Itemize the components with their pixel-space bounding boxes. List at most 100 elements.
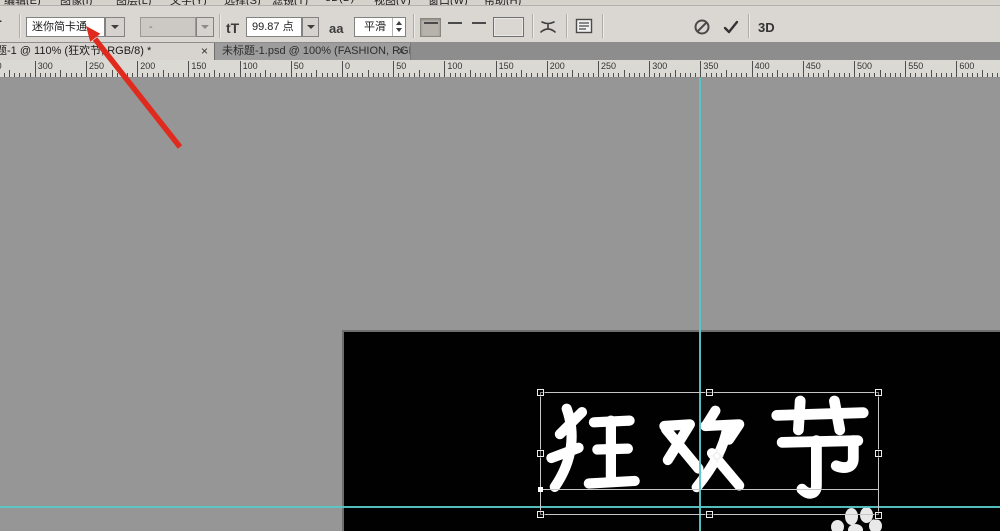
anti-alias-stepper[interactable] — [392, 18, 405, 36]
ruler-minor-tick — [941, 73, 942, 77]
3d-mode-button[interactable]: 3D — [758, 20, 775, 35]
ruler-major-tick — [752, 61, 753, 77]
divider — [748, 14, 749, 38]
ruler-minor-tick — [849, 73, 850, 77]
tab-close-button[interactable]: × — [201, 44, 208, 59]
type-tool-options-bar: T 迷你简卡通 - tT 99.87 点 aa 平滑 — [0, 5, 1000, 43]
ruler-minor-tick — [25, 73, 26, 77]
ruler-major-tick — [291, 61, 292, 77]
menu-item[interactable]: 3D(D) — [325, 0, 354, 4]
ruler-minor-tick — [388, 73, 389, 77]
ruler-minor-tick — [475, 73, 476, 77]
transform-reference-point[interactable] — [710, 449, 724, 463]
text-color-swatch[interactable] — [493, 17, 524, 37]
ruler-minor-tick — [76, 73, 77, 77]
ruler-minor-tick — [516, 73, 517, 77]
ruler-minor-tick — [629, 73, 630, 77]
ruler-minor-tick — [665, 73, 666, 77]
font-family-field[interactable]: 迷你简卡通 — [26, 17, 105, 37]
transform-handle-top-right[interactable] — [875, 389, 882, 396]
transform-handle-top-center[interactable] — [706, 389, 713, 396]
align-left-button[interactable] — [420, 18, 441, 37]
ruler-minor-tick — [199, 73, 200, 77]
align-right-button[interactable] — [468, 18, 489, 37]
transform-handle-bottom-left[interactable] — [537, 511, 544, 518]
divider — [566, 14, 567, 38]
horizontal-ruler[interactable]: 3503002502001501005005010015020025030035… — [0, 60, 1000, 78]
ruler-major-tick — [35, 61, 36, 77]
ruler-minor-tick — [9, 70, 10, 77]
ruler-label: 150 — [499, 61, 514, 71]
ruler-minor-tick — [644, 73, 645, 77]
anti-alias-icon: aa — [329, 21, 343, 36]
ruler-minor-tick — [383, 73, 384, 77]
ruler-minor-tick — [434, 73, 435, 77]
ruler-minor-tick — [588, 73, 589, 77]
ruler-minor-tick — [158, 73, 159, 77]
ruler-minor-tick — [19, 73, 20, 77]
ruler-minor-tick — [301, 73, 302, 77]
ruler-minor-tick — [967, 73, 968, 77]
document-tab-active[interactable]: 题-1 @ 110% (狂欢节, RGB/8) * × — [0, 43, 214, 60]
ruler-minor-tick — [265, 70, 266, 77]
ruler-minor-tick — [537, 73, 538, 77]
ruler-major-tick — [649, 61, 650, 77]
transform-handle-mid-left[interactable] — [537, 450, 544, 457]
ruler-minor-tick — [977, 73, 978, 77]
vertical-guide[interactable] — [699, 78, 701, 531]
ruler-minor-tick — [260, 73, 261, 77]
ruler-major-tick — [342, 61, 343, 77]
ruler-minor-tick — [685, 73, 686, 77]
ruler-minor-tick — [117, 73, 118, 77]
ruler-minor-tick — [439, 73, 440, 77]
ruler-minor-tick — [403, 73, 404, 77]
tab-close-button[interactable]: × — [398, 44, 405, 59]
ruler-minor-tick — [982, 70, 983, 77]
photoshop-window: 编辑(E)图像(I)图层(L)文字(Y)选择(S)滤镜(T)3D(D)视图(V)… — [0, 0, 1000, 531]
horizontal-guide[interactable] — [0, 506, 1000, 508]
font-style-field[interactable]: - — [140, 17, 196, 37]
ruler-minor-tick — [521, 70, 522, 77]
font-size-dropdown-button[interactable] — [302, 17, 319, 37]
tool-preset-icon[interactable]: T — [0, 17, 2, 33]
ruler-minor-tick — [511, 73, 512, 77]
ruler-minor-tick — [813, 73, 814, 77]
ruler-minor-tick — [311, 73, 312, 77]
transform-handle-bottom-right[interactable] — [875, 512, 882, 519]
transform-handle-top-left[interactable] — [537, 389, 544, 396]
baseline-anchor-dot[interactable] — [538, 487, 543, 492]
ruler-minor-tick — [992, 73, 993, 77]
ruler-minor-tick — [767, 73, 768, 77]
ruler-label: 250 — [89, 61, 104, 71]
warp-text-button[interactable] — [538, 18, 558, 36]
ruler-minor-tick — [55, 73, 56, 77]
ruler-minor-tick — [624, 70, 625, 77]
align-left-icon — [424, 22, 438, 34]
transform-handle-mid-right[interactable] — [875, 450, 882, 457]
cancel-edits-button[interactable] — [693, 18, 711, 36]
ruler-minor-tick — [874, 73, 875, 77]
font-style-dropdown-button[interactable] — [196, 17, 214, 37]
ruler-minor-tick — [798, 73, 799, 77]
ruler-minor-tick — [45, 73, 46, 77]
transform-handle-bottom-center[interactable] — [706, 511, 713, 518]
ruler-minor-tick — [455, 73, 456, 77]
document-tab-inactive[interactable]: 未标题-1.psd @ 100% (FASHION, RGB/8) * × — [214, 43, 411, 60]
commit-edits-button[interactable] — [722, 18, 740, 36]
paw-print-dot — [848, 524, 863, 531]
align-center-icon — [448, 22, 462, 34]
ruler-minor-tick — [572, 70, 573, 77]
ruler-label: 350 — [0, 61, 2, 71]
ruler-minor-tick — [772, 73, 773, 77]
ruler-minor-tick — [368, 70, 369, 77]
toggle-panels-button[interactable] — [574, 18, 594, 34]
ruler-label: 100 — [447, 61, 462, 71]
font-size-field[interactable]: 99.87 点 — [246, 17, 302, 37]
paw-print-dot — [869, 519, 882, 531]
align-center-button[interactable] — [444, 18, 465, 37]
ruler-minor-tick — [552, 73, 553, 77]
ruler-minor-tick — [972, 73, 973, 77]
ruler-minor-tick — [946, 73, 947, 77]
font-family-dropdown-button[interactable] — [105, 17, 125, 37]
ruler-minor-tick — [296, 73, 297, 77]
